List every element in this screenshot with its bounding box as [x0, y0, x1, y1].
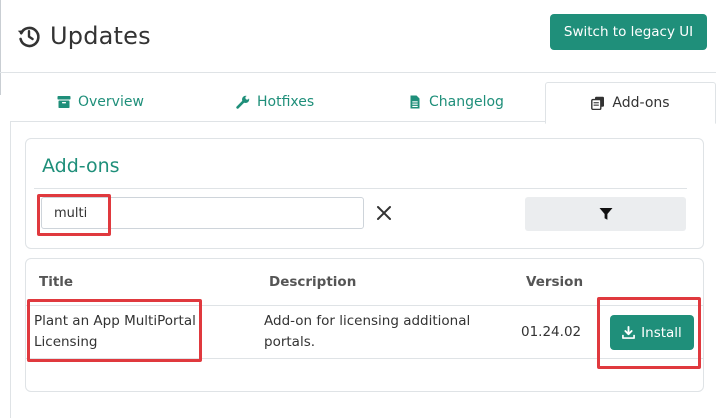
tab-hotfixes-label: Hotfixes — [257, 94, 315, 110]
install-button-label: Install — [641, 324, 682, 341]
history-icon — [16, 23, 42, 49]
table-header-divider — [26, 305, 703, 306]
filter-icon — [599, 208, 612, 220]
tab-changelog[interactable]: Changelog — [408, 82, 504, 122]
addon-description: Add-on for licensing additional portals. — [264, 313, 471, 350]
table-row-divider — [26, 358, 703, 359]
tab-add-ons[interactable]: Add-ons — [545, 82, 716, 124]
filter-button[interactable] — [525, 197, 686, 231]
switch-to-legacy-ui-button[interactable]: Switch to legacy UI — [550, 14, 707, 50]
add-ons-table: Title Description Version Plant an App M… — [25, 258, 704, 392]
search-input[interactable] — [41, 197, 364, 229]
tab-add-ons-label: Add-ons — [612, 95, 670, 111]
column-header-description: Description — [269, 274, 357, 290]
column-header-title: Title — [39, 274, 74, 290]
header-divider — [0, 72, 716, 73]
card-divider — [34, 188, 687, 189]
tab-overview-label: Overview — [78, 94, 144, 110]
tab-overview[interactable]: Overview — [57, 82, 144, 122]
archive-icon — [57, 96, 71, 108]
column-header-version: Version — [526, 274, 584, 290]
addon-version: 01.24.02 — [521, 324, 582, 340]
install-button[interactable]: Install — [610, 315, 694, 350]
copy-icon — [591, 96, 605, 110]
add-ons-search-card: Add-ons — [25, 138, 704, 249]
file-icon — [410, 95, 420, 109]
tab-bar: Overview Hotfixes Changelog Add-ons — [0, 82, 716, 124]
page-title: Updates — [16, 18, 151, 54]
page-title-text: Updates — [50, 22, 151, 50]
addon-title: Plant an App MultiPortal Licensing — [34, 313, 196, 350]
close-icon[interactable] — [374, 203, 394, 223]
tab-changelog-label: Changelog — [429, 94, 504, 110]
left-border — [0, 0, 1, 95]
add-ons-heading: Add-ons — [42, 155, 120, 177]
tab-hotfixes[interactable]: Hotfixes — [236, 82, 314, 122]
wrench-icon — [236, 95, 250, 109]
download-icon — [622, 326, 636, 339]
